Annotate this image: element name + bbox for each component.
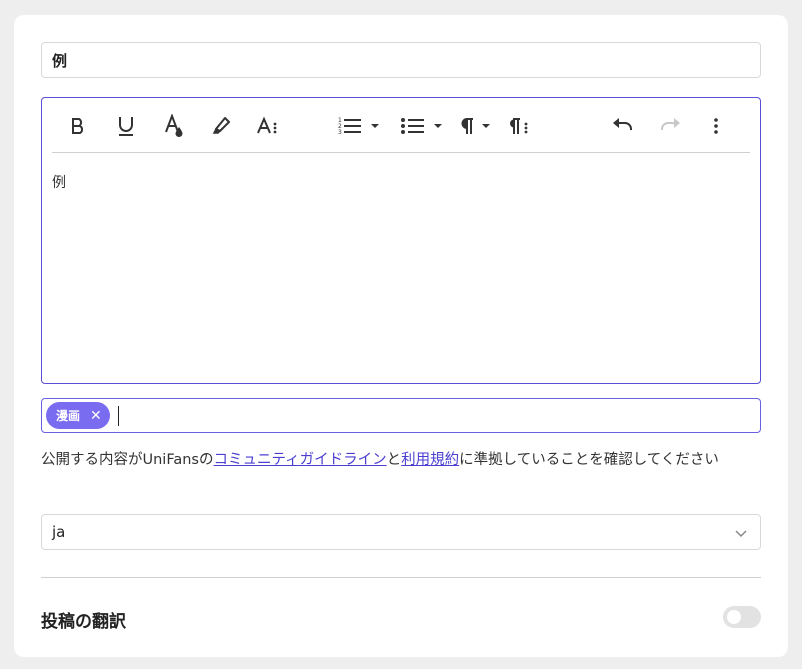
redo-icon [661, 118, 680, 130]
editor-toolbar: 1 2 3 [42, 98, 760, 153]
bold-button[interactable] [64, 113, 92, 139]
rich-text-editor[interactable]: 1 2 3 例 [41, 97, 761, 384]
underline-button[interactable] [112, 113, 140, 139]
paragraph-spacing-button[interactable] [505, 113, 533, 139]
font-color-button[interactable] [160, 113, 188, 139]
numbered-list-button[interactable]: 1 2 3 [334, 113, 384, 139]
bulleted-list-button[interactable] [397, 113, 447, 139]
dropdown-caret-icon [434, 124, 442, 128]
svg-text:3: 3 [338, 129, 342, 136]
paragraph-icon [461, 118, 473, 134]
agreement-notice: 公開する内容がUniFansのコミュニティガイドラインと利用規約に準拠しているこ… [41, 448, 765, 472]
language-select[interactable]: ja [41, 514, 761, 550]
bullet-list-icon [401, 118, 424, 134]
toggle-knob [727, 610, 741, 624]
agreement-text-before: 公開する内容がUniFansの [41, 452, 214, 468]
close-icon[interactable]: ✕ [90, 409, 102, 423]
paragraph-spacing-icon [510, 118, 528, 134]
agreement-text-middle: と [386, 452, 402, 468]
tag-label: 漫画 [56, 409, 81, 423]
highlight-button[interactable] [207, 113, 235, 139]
underline-icon [119, 117, 133, 136]
dropdown-caret-icon [482, 124, 490, 128]
title-input[interactable]: 例 [41, 42, 761, 78]
language-selected-value: ja [52, 523, 66, 541]
more-vertical-icon [714, 118, 718, 134]
undo-button[interactable] [609, 113, 637, 139]
more-options-button[interactable] [702, 113, 730, 139]
text-cursor [117, 405, 119, 426]
agreement-text-after: に準拠していることを確認してください [459, 452, 719, 468]
bold-icon [72, 118, 84, 134]
font-color-icon [165, 114, 183, 137]
highlighter-icon [212, 117, 230, 134]
editor-body-text[interactable]: 例 [52, 172, 66, 192]
tags-input[interactable]: 漫画 ✕ [41, 398, 761, 433]
chevron-down-icon [735, 530, 747, 538]
redo-button[interactable] [656, 113, 684, 139]
post-editor-card: 例 1 2 3 例 漫画 ✕ 公開する内容がUniFansのコミュニティガイドラ… [14, 15, 788, 657]
toolbar-divider [52, 152, 750, 153]
post-translation-toggle[interactable] [723, 606, 761, 628]
post-translation-label: 投稿の翻訳 [41, 612, 126, 632]
terms-of-service-link[interactable]: 利用規約 [401, 452, 459, 468]
dropdown-caret-icon [371, 124, 379, 128]
text-size-icon [257, 116, 277, 134]
paragraph-button[interactable] [455, 113, 495, 139]
undo-icon [613, 118, 632, 130]
community-guidelines-link[interactable]: コミュニティガイドライン [213, 452, 386, 468]
text-size-button[interactable] [253, 113, 283, 139]
section-divider [41, 577, 761, 578]
title-value: 例 [52, 51, 68, 70]
ordered-list-icon: 1 2 3 [338, 117, 361, 136]
tag-chip: 漫画 ✕ [46, 402, 110, 429]
